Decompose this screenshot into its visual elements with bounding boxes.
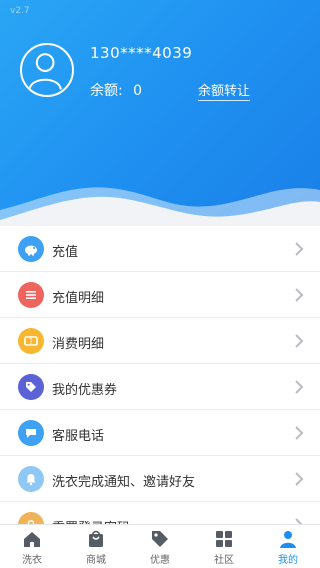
bottom-tab-bar: 洗衣 商城 优惠 社区 我的 <box>0 524 320 568</box>
tab-mall[interactable]: 商城 <box>64 525 128 568</box>
piggy-bank-icon <box>18 236 44 262</box>
avatar-person-icon <box>28 53 62 90</box>
avatar[interactable] <box>20 43 74 97</box>
chevron-right-icon <box>295 334 304 348</box>
grid-icon <box>216 531 232 547</box>
menu-item-label: 客服电话 <box>52 429 105 444</box>
tab-label: 洗衣 <box>22 555 42 566</box>
chevron-right-icon <box>295 426 304 440</box>
menu-item-recharge-details[interactable]: 充值明细 <box>0 272 320 318</box>
chevron-right-icon <box>295 472 304 486</box>
chevron-right-icon <box>295 380 304 394</box>
balance-row: 余额: 0 <box>90 80 142 100</box>
menu-item-label: 充值明细 <box>52 291 105 306</box>
chat-icon <box>18 420 44 446</box>
menu-list: 充值 充值明细 消费明细 我的优惠券 客服电话 洗衣完成通知、邀请好友 <box>0 226 320 548</box>
tab-community[interactable]: 社区 <box>192 525 256 568</box>
menu-item-label: 充值 <box>52 245 79 260</box>
balance-label: 余额: <box>90 83 123 99</box>
menu-item-recharge[interactable]: 充值 <box>0 226 320 272</box>
bell-icon <box>18 466 44 492</box>
menu-item-my-coupons[interactable]: 我的优惠券 <box>0 364 320 410</box>
tab-label: 我的 <box>278 555 298 566</box>
person-icon <box>280 531 296 548</box>
phone-number: 130****4039 <box>90 44 193 62</box>
app-version: v2.7 <box>10 6 30 16</box>
balance-value: 0 <box>133 83 143 99</box>
tag-icon <box>152 531 168 547</box>
balance-transfer-link[interactable]: 余额转让 <box>198 80 251 101</box>
tab-label: 社区 <box>214 555 234 566</box>
chevron-right-icon <box>295 242 304 256</box>
menu-item-customer-service[interactable]: 客服电话 <box>0 410 320 456</box>
menu-item-label: 消费明细 <box>52 337 105 352</box>
menu-item-consumption-details[interactable]: 消费明细 <box>0 318 320 364</box>
menu-item-label: 我的优惠券 <box>52 383 118 398</box>
list-icon <box>18 282 44 308</box>
profile-header: v2.7 130****4039 余额: 0 余额转让 <box>0 0 320 232</box>
menu-item-notifications-invite[interactable]: 洗衣完成通知、邀请好友 <box>0 456 320 502</box>
menu-item-label: 洗衣完成通知、邀请好友 <box>52 475 196 490</box>
tab-mine[interactable]: 我的 <box>256 525 320 568</box>
tag-icon <box>18 374 44 400</box>
tab-label: 优惠 <box>150 555 170 566</box>
chevron-right-icon <box>295 288 304 302</box>
ticket-icon <box>18 328 44 354</box>
tab-discounts[interactable]: 优惠 <box>128 525 192 568</box>
home-icon <box>24 532 40 547</box>
tab-laundry[interactable]: 洗衣 <box>0 525 64 568</box>
shopping-bag-icon <box>89 530 103 547</box>
header-wave <box>0 187 320 232</box>
tab-label: 商城 <box>86 555 106 566</box>
